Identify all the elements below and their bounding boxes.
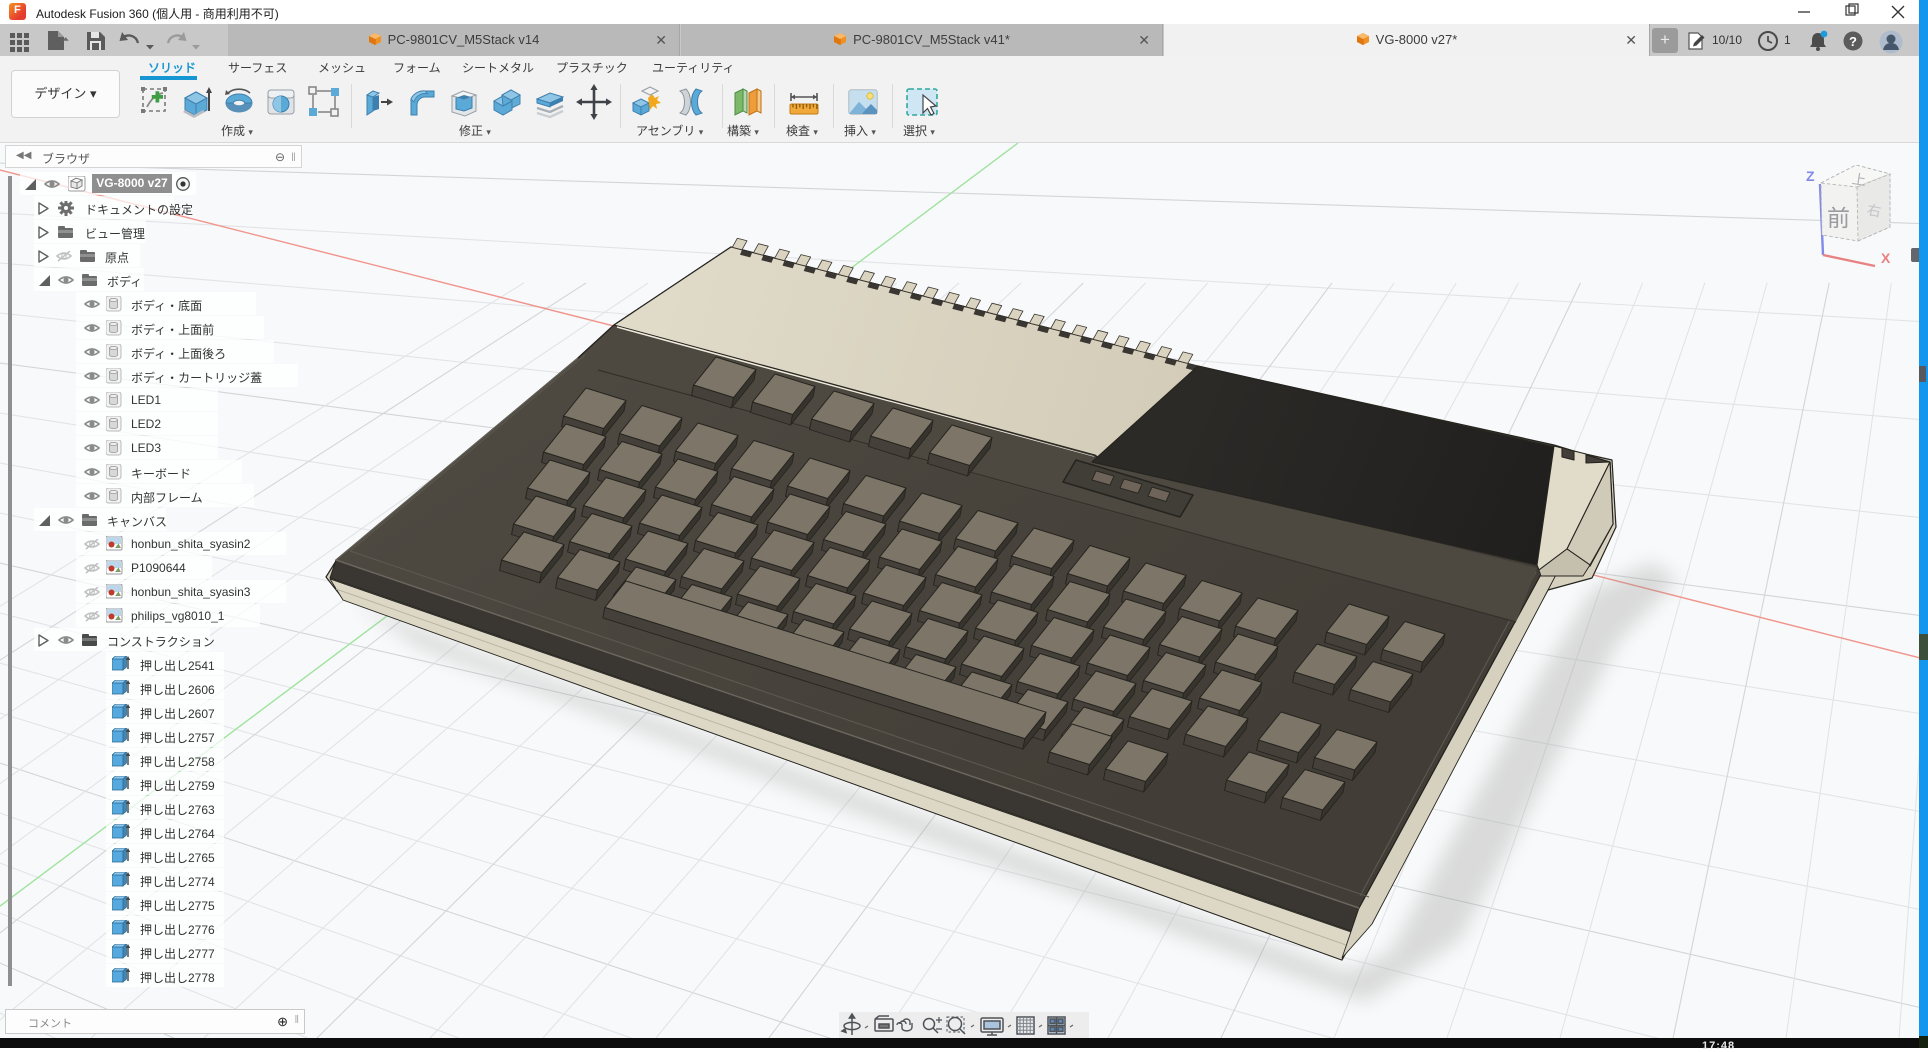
- svg-text:Z: Z: [1806, 168, 1815, 184]
- svg-text:?: ?: [1849, 34, 1857, 49]
- svg-text:前: 前: [1827, 205, 1850, 231]
- svg-text:X: X: [1881, 250, 1891, 266]
- svg-text:上: 上: [1851, 170, 1867, 188]
- svg-text:右: 右: [1866, 201, 1883, 219]
